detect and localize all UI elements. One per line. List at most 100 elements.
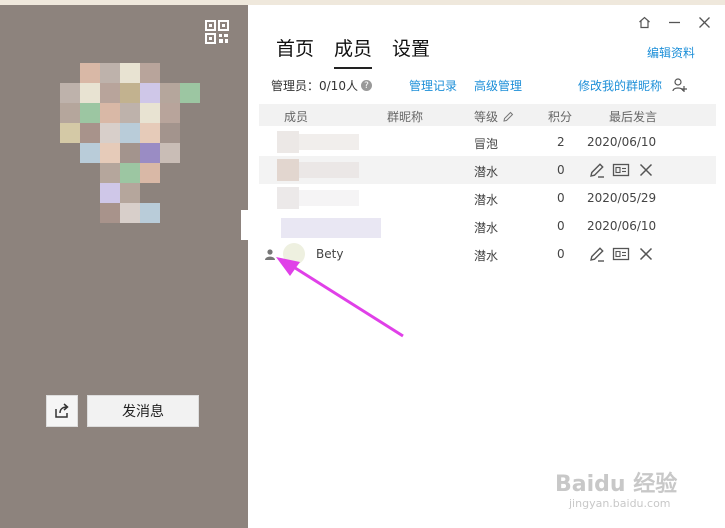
member-avatar <box>277 187 299 209</box>
col-level[interactable]: 等级 <box>474 108 514 125</box>
admin-count-label: 管理员：0/10人 <box>271 79 358 93</box>
group-profile-panel: 发消息 <box>0 5 248 528</box>
help-icon[interactable]: ? <box>360 80 372 91</box>
edit-level-icon[interactable] <box>502 111 514 123</box>
edit-profile-link[interactable]: 编辑资料 <box>647 44 695 61</box>
manage-log-link[interactable]: 管理记录 <box>409 77 457 94</box>
tab-bar: 首页 成员 设置 <box>276 34 430 69</box>
member-name: Bety <box>316 247 344 261</box>
member-last-speak: 2020/05/29 <box>587 191 657 205</box>
member-name-blurred <box>299 134 359 150</box>
tab-home[interactable]: 首页 <box>276 34 314 69</box>
avatar-pixel <box>100 103 120 123</box>
member-name-blurred <box>299 190 359 206</box>
table-row[interactable]: 冒泡 2 2020/06/10 <box>259 128 716 156</box>
member-level: 潜水 <box>474 165 499 179</box>
remove-member-icon[interactable] <box>637 245 655 263</box>
watermark-url: jingyan.baidu.com <box>569 497 671 510</box>
avatar-pixel <box>120 183 140 203</box>
member-points: 0 <box>557 219 565 233</box>
avatar-pixel <box>180 83 200 103</box>
avatar-pixel <box>100 183 120 203</box>
member-last-speak: 2020/06/10 <box>587 135 657 149</box>
avatar-pixel <box>80 103 100 123</box>
tab-settings[interactable]: 设置 <box>392 34 430 69</box>
home-button[interactable] <box>634 12 654 32</box>
send-message-button[interactable]: 发消息 <box>87 395 199 427</box>
avatar-pixel <box>120 103 140 123</box>
admin-count: 管理员：0/10人 ? <box>271 77 372 94</box>
avatar-pixel <box>120 143 140 163</box>
member-level: 潜水 <box>474 193 499 207</box>
col-last-speak[interactable]: 最后发言 <box>609 108 657 125</box>
qr-code-icon[interactable] <box>205 20 229 44</box>
col-nickname[interactable]: 群昵称 <box>387 108 423 125</box>
avatar-pixel <box>100 203 120 223</box>
member-avatar <box>241 210 263 240</box>
avatar-pixel <box>160 83 180 103</box>
member-points: 0 <box>557 247 565 261</box>
member-avatar <box>277 159 299 181</box>
member-avatar <box>277 131 299 153</box>
edit-icon[interactable] <box>588 245 606 263</box>
edit-icon[interactable] <box>588 161 606 179</box>
table-row[interactable]: 潜水 0 2020/06/10 <box>241 210 716 240</box>
avatar-pixel <box>120 63 140 83</box>
avatar-pixel <box>100 83 120 103</box>
tab-members[interactable]: 成员 <box>334 34 373 69</box>
member-points: 0 <box>557 163 565 177</box>
avatar-pixel <box>140 83 160 103</box>
member-name-blurred <box>299 162 359 178</box>
avatar-pixel <box>120 163 140 183</box>
avatar-pixel <box>60 103 80 123</box>
avatar-pixel <box>60 83 80 103</box>
member-points: 0 <box>557 191 565 205</box>
change-nickname-link[interactable]: 修改我的群昵称 <box>578 77 662 94</box>
avatar-pixel <box>80 143 100 163</box>
member-card-icon[interactable] <box>612 245 630 263</box>
col-level-label: 等级 <box>474 110 499 124</box>
avatar-pixel <box>100 143 120 163</box>
avatar-pixel <box>100 163 120 183</box>
avatar-pixel <box>160 143 180 163</box>
member-person-icon <box>265 249 275 260</box>
avatar-pixel <box>140 103 160 123</box>
member-avatar <box>283 243 305 265</box>
member-last-speak: 2020/06/10 <box>587 219 657 233</box>
house-icon <box>638 16 650 28</box>
avatar-pixel <box>160 123 180 143</box>
avatar-pixel <box>120 83 140 103</box>
avatar-pixel <box>140 203 160 223</box>
minimize-icon <box>668 21 680 23</box>
member-points: 2 <box>557 135 565 149</box>
remove-member-icon[interactable] <box>637 161 655 179</box>
member-card-icon[interactable] <box>612 161 630 179</box>
member-table-header: 成员 群昵称 等级 积分 最后发言 <box>259 104 716 126</box>
close-window-button[interactable] <box>694 12 714 32</box>
col-points[interactable]: 积分 <box>548 108 572 125</box>
table-row[interactable]: 潜水 0 <box>259 156 716 184</box>
avatar-pixel <box>60 123 80 143</box>
avatar-pixel <box>80 123 100 143</box>
member-name-blurred <box>281 218 381 238</box>
add-member-icon[interactable] <box>672 77 688 93</box>
avatar-pixel <box>120 123 140 143</box>
member-level: 潜水 <box>474 249 499 263</box>
table-row[interactable]: Bety 潜水 0 <box>259 240 716 268</box>
avatar-pixel <box>80 83 100 103</box>
avatar-pixel <box>140 143 160 163</box>
avatar-pixel <box>100 63 120 83</box>
share-button[interactable] <box>46 395 78 427</box>
col-member[interactable]: 成员 <box>284 108 308 125</box>
avatar-pixel <box>160 103 180 123</box>
avatar-pixel <box>120 203 140 223</box>
avatar-pixel <box>100 123 120 143</box>
close-icon <box>698 16 710 28</box>
avatar-pixel <box>140 63 160 83</box>
table-row[interactable]: 潜水 0 2020/05/29 <box>259 184 716 212</box>
member-level: 冒泡 <box>474 137 499 151</box>
minimize-button[interactable] <box>664 12 684 32</box>
watermark-logo: Baidu 经验 <box>555 472 678 497</box>
avatar-pixel <box>80 63 100 83</box>
advanced-manage-link[interactable]: 高级管理 <box>474 77 522 94</box>
